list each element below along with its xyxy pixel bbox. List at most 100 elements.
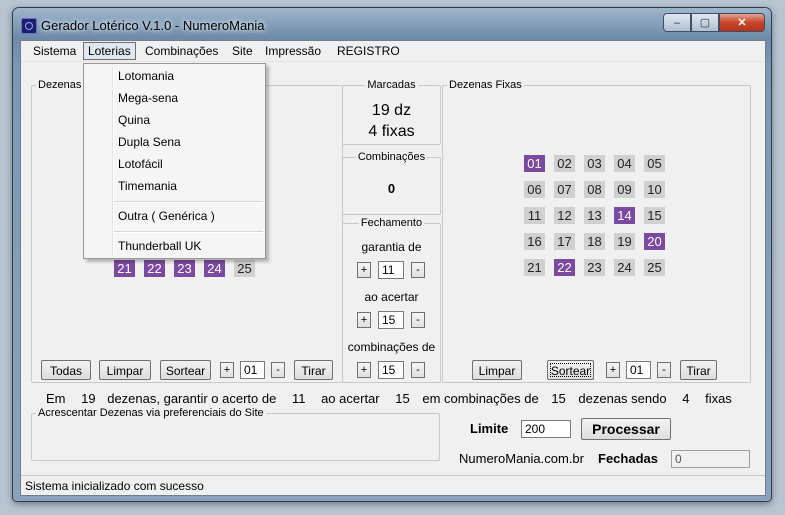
acertar-input[interactable]: 15 [378, 311, 404, 329]
loterias-dropdown: Lotomania Mega-sena Quina Dupla Sena Lot… [83, 63, 266, 259]
menu-bar: Sistema Loterias Combinações Site Impres… [21, 41, 765, 62]
summary-em: Em [46, 391, 66, 406]
fixas-minus-button[interactable]: - [657, 362, 671, 378]
menu-sistema[interactable]: Sistema [29, 43, 80, 59]
summary-comb: 15 [551, 391, 566, 406]
window-title: Gerador Lotérico V.1.0 - NumeroMania [41, 18, 265, 33]
acertar-label: ao acertar [364, 290, 419, 304]
fixa-20[interactable]: 20 [644, 233, 665, 250]
fixa-05[interactable]: 05 [644, 155, 665, 172]
limpar-button[interactable]: Limpar [99, 360, 151, 380]
fixa-07[interactable]: 07 [554, 181, 575, 198]
dezena-21[interactable]: 21 [114, 260, 135, 277]
fechadas-field: 0 [671, 450, 750, 468]
todas-button[interactable]: Todas [41, 360, 91, 380]
fixa-19[interactable]: 19 [614, 233, 635, 250]
processar-button[interactable]: Processar [581, 418, 671, 440]
summary-dezenas-count: 19 [81, 391, 96, 406]
fixa-18[interactable]: 18 [584, 233, 605, 250]
fixas-panel: Dezenas Fixas [442, 79, 751, 383]
fixa-11[interactable]: 11 [524, 207, 545, 224]
summary-text-2: ao acertar [321, 391, 380, 406]
limite-label: Limite [470, 421, 509, 436]
tirar-button[interactable]: Tirar [294, 360, 333, 380]
menu-item-lotomania[interactable]: Lotomania [118, 69, 174, 83]
garantia-minus-button[interactable]: - [411, 262, 425, 278]
fixa-02[interactable]: 02 [554, 155, 575, 172]
dezena-23[interactable]: 23 [174, 260, 195, 277]
menu-item-timemania[interactable]: Timemania [118, 179, 177, 193]
comb-minus-button[interactable]: - [411, 362, 425, 378]
site-link[interactable]: NumeroMania.com.br [459, 451, 584, 466]
menu-combinacoes[interactable]: Combinações [141, 43, 222, 59]
maximize-button[interactable]: ▢ [691, 13, 719, 32]
fixas-sortear-button[interactable]: Sortear [547, 360, 594, 380]
close-button[interactable]: ✕ [719, 13, 765, 32]
minimize-button[interactable]: ‒ [663, 13, 691, 32]
menu-item-quina[interactable]: Quina [118, 113, 150, 127]
fixa-16[interactable]: 16 [524, 233, 545, 250]
sortear-button[interactable]: Sortear [160, 360, 211, 380]
fixa-22[interactable]: 22 [554, 259, 575, 276]
limite-input[interactable]: 200 [521, 420, 571, 438]
fixa-24[interactable]: 24 [614, 259, 635, 276]
fixa-15[interactable]: 15 [644, 207, 665, 224]
summary-acertar: 15 [395, 391, 410, 406]
dezena-22[interactable]: 22 [144, 260, 165, 277]
comb-input[interactable]: 15 [378, 361, 404, 379]
fixas-stepper-input[interactable]: 01 [626, 361, 651, 379]
left-plus-button[interactable]: + [220, 362, 234, 378]
dropdown-gutter [112, 66, 114, 256]
comb-plus-button[interactable]: + [357, 362, 371, 378]
summary-garantia: 11 [291, 391, 306, 406]
menu-site[interactable]: Site [228, 43, 257, 59]
fixas-limpar-button[interactable]: Limpar [472, 360, 522, 380]
status-bar: Sistema inicializado com sucesso [21, 475, 765, 495]
fixa-09[interactable]: 09 [614, 181, 635, 198]
fixa-25[interactable]: 25 [644, 259, 665, 276]
dezena-25[interactable]: 25 [234, 260, 255, 277]
fixas-plus-button[interactable]: + [606, 362, 620, 378]
fixa-01[interactable]: 01 [524, 155, 545, 172]
marcadas-legend: Marcadas [367, 79, 416, 91]
fixa-13[interactable]: 13 [584, 207, 605, 224]
fixa-04[interactable]: 04 [614, 155, 635, 172]
fixa-12[interactable]: 12 [554, 207, 575, 224]
preferenciais-legend: Acrescentar Dezenas via preferenciais do… [38, 407, 264, 419]
menu-item-outra[interactable]: Outra ( Genérica ) [118, 209, 215, 223]
summary-line: Em 19 dezenas, garantir o acerto de 11 a… [46, 391, 732, 406]
fixa-17[interactable]: 17 [554, 233, 575, 250]
menu-item-dupla-sena[interactable]: Dupla Sena [118, 135, 181, 149]
left-stepper-input[interactable]: 01 [240, 361, 265, 379]
fixa-21[interactable]: 21 [524, 259, 545, 276]
acertar-plus-button[interactable]: + [357, 312, 371, 328]
combinacoes-value: 0 [387, 181, 396, 196]
menu-loterias[interactable]: Loterias [83, 42, 136, 60]
marcadas-dz: 19 dz [371, 102, 412, 119]
menu-impressao[interactable]: Impressão [261, 43, 325, 59]
menu-item-mega-sena[interactable]: Mega-sena [118, 91, 178, 105]
fixas-tirar-button[interactable]: Tirar [680, 360, 717, 380]
summary-fixas-count: 4 [682, 391, 690, 406]
preferenciais-panel: Acrescentar Dezenas via preferenciais do… [31, 407, 440, 461]
fixa-08[interactable]: 08 [584, 181, 605, 198]
fixa-14[interactable]: 14 [614, 207, 635, 224]
garantia-label: garantia de [361, 240, 422, 254]
fixa-23[interactable]: 23 [584, 259, 605, 276]
garantia-plus-button[interactable]: + [357, 262, 371, 278]
garantia-input[interactable]: 11 [378, 261, 404, 279]
acertar-minus-button[interactable]: - [411, 312, 425, 328]
menu-item-thunderball[interactable]: Thunderball UK [118, 239, 201, 253]
fixa-10[interactable]: 10 [644, 181, 665, 198]
dezenas-legend: Dezenas [38, 79, 82, 91]
summary-text-1: dezenas, garantir o acerto de [107, 391, 277, 406]
fixa-03[interactable]: 03 [584, 155, 605, 172]
left-minus-button[interactable]: - [271, 362, 285, 378]
menu-item-lotofacil[interactable]: Lotofácil [118, 157, 163, 171]
dezena-24[interactable]: 24 [204, 260, 225, 277]
menu-registro[interactable]: REGISTRO [333, 43, 404, 59]
fechamento-legend: Fechamento [360, 217, 423, 229]
title-bar[interactable]: Gerador Lotérico V.1.0 - NumeroMania ‒ ▢… [13, 8, 771, 40]
summary-text-3: em combinações de [422, 391, 539, 406]
fixa-06[interactable]: 06 [524, 181, 545, 198]
